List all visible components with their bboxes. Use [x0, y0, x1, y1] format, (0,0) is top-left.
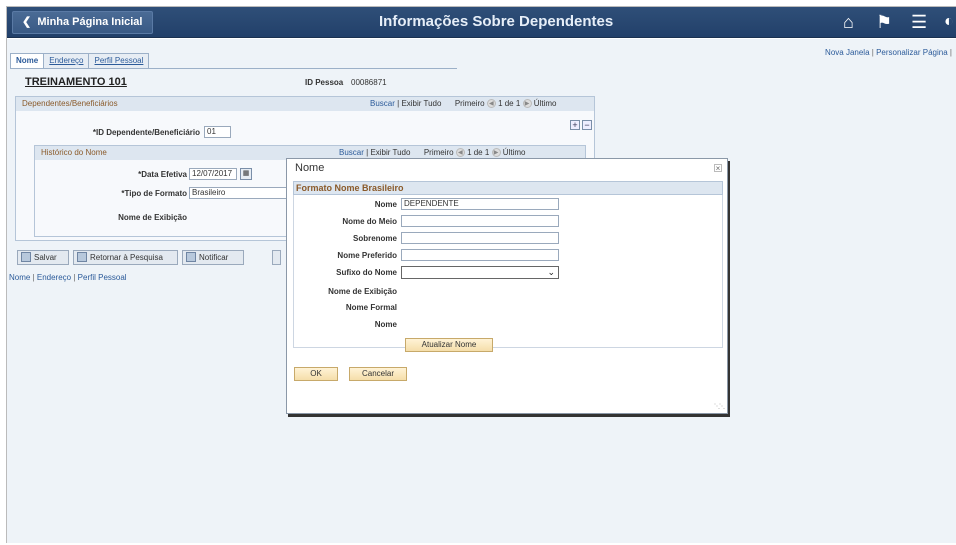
home-button[interactable]: ❮ Minha Página Inicial [12, 11, 153, 34]
banner: ❮ Minha Página Inicial Informações Sobre… [7, 7, 956, 38]
history-view-all-link[interactable]: Exibir Tudo [370, 148, 410, 157]
sobrenome-field[interactable] [401, 232, 559, 244]
cancel-button[interactable]: Cancelar [349, 367, 407, 381]
nome-do-meio-label: Nome do Meio [342, 217, 397, 226]
next-icon[interactable]: ▶ [522, 99, 532, 109]
prev-icon[interactable]: ◀ [486, 99, 496, 109]
dependent-id-label: *ID Dependente/Beneficiário [92, 128, 200, 137]
tab-perfil-pessoal[interactable]: Perfil Pessoal [88, 53, 150, 68]
row-count: 1 de 1 [498, 99, 521, 108]
nome-formal-label: Nome Formal [345, 303, 397, 312]
history-title: Histórico do Nome [41, 148, 107, 157]
home-button-label: Minha Página Inicial [37, 16, 143, 28]
home-icon[interactable]: ⌂ [843, 11, 854, 33]
first-link[interactable]: Primeiro [455, 99, 485, 108]
save-icon [21, 252, 31, 262]
personalize-link[interactable]: Personalizar Página [876, 48, 948, 57]
sobrenome-label: Sobrenome [352, 234, 397, 243]
last-link[interactable]: Último [534, 99, 557, 108]
flag-icon[interactable]: ⚑ [876, 11, 892, 33]
chevron-left-icon: ❮ [22, 16, 32, 28]
return-to-search-button[interactable]: Retornar à Pesquisa [73, 250, 178, 265]
tab-nome[interactable]: Nome [10, 53, 45, 68]
name-modal: Nome × Formato Nome Brasileiro Nome DEPE… [286, 158, 728, 414]
dependents-header: Dependentes/Beneficiários Buscar | Exibi… [16, 97, 594, 111]
nome-preferido-label: Nome Preferido [337, 251, 397, 260]
footer-link-endereco[interactable]: Endereço [37, 273, 71, 282]
close-icon[interactable]: × [714, 164, 722, 173]
footer-link-nome[interactable]: Nome [9, 273, 30, 282]
modal-section-header: Formato Nome Brasileiro [293, 181, 723, 195]
person-name: TREINAMENTO 101 [25, 76, 127, 88]
modal-title: Nome [295, 162, 325, 174]
find-link[interactable]: Buscar [370, 99, 395, 108]
history-first-link[interactable]: Primeiro [424, 148, 454, 157]
delete-row-icon[interactable]: − [582, 120, 592, 130]
return-label: Retornar à Pesquisa [90, 253, 163, 262]
tab-bar: Nome Endereço Perfil Pessoal [10, 53, 150, 68]
nome-resultado-label: Nome [374, 320, 397, 329]
modal-form: Nome DEPENDENTE Nome do Meio Sobrenome N… [293, 195, 723, 352]
nome-preferido-field[interactable] [401, 249, 559, 261]
ok-button[interactable]: OK [294, 367, 338, 381]
top-links: Nova Janela | Personalizar Página | [825, 48, 952, 57]
person-id-value: 00086871 [351, 78, 387, 87]
save-label: Salvar [34, 253, 57, 262]
menu-icon[interactable]: ☰ [911, 11, 927, 33]
notify-button[interactable]: Notificar [182, 250, 244, 265]
dependents-nav: Buscar | Exibir Tudo Primeiro ◀ 1 de 1 ▶… [370, 99, 557, 109]
resize-grip-icon[interactable]: ⋱⋱ [714, 403, 725, 410]
add-row-icon[interactable]: + [570, 120, 580, 130]
calendar-icon[interactable]: ▦ [240, 168, 252, 180]
new-window-link[interactable]: Nova Janela [825, 48, 869, 57]
update-name-button[interactable]: Atualizar Nome [405, 338, 493, 352]
person-id-label: ID Pessoa [305, 78, 344, 87]
display-name-label: Nome de Exibição [118, 213, 187, 222]
nome-do-meio-field[interactable] [401, 215, 559, 227]
dependents-title: Dependentes/Beneficiários [22, 99, 118, 108]
browser-frame: ❮ Minha Página Inicial Informações Sobre… [6, 6, 956, 543]
format-type-label: *Tipo de Formato [121, 189, 187, 198]
chevron-down-icon: ⌄ [547, 267, 555, 277]
return-icon [77, 252, 87, 262]
format-type-field[interactable]: Brasileiro [189, 187, 287, 199]
nome-exibicao-label: Nome de Exibição [328, 287, 397, 296]
footer-links: Nome | Endereço | Perfil Pessoal [9, 273, 127, 282]
history-prev-icon[interactable]: ◀ [455, 148, 465, 158]
history-last-link[interactable]: Último [503, 148, 526, 157]
hidden-button[interactable] [272, 250, 281, 265]
notify-label: Notificar [199, 253, 229, 262]
sufixo-label: Sufixo do Nome [336, 268, 397, 277]
history-find-link[interactable]: Buscar [339, 148, 364, 157]
nome-field[interactable]: DEPENDENTE [401, 198, 559, 210]
page-title: Informações Sobre Dependentes [379, 13, 614, 30]
dependent-id-field[interactable]: 01 [204, 126, 231, 138]
tab-divider [10, 68, 457, 69]
save-button[interactable]: Salvar [17, 250, 69, 265]
effective-date-field[interactable]: 12/07/2017 [189, 168, 237, 180]
navbar-icon[interactable]: ◐ [944, 11, 954, 33]
footer-link-perfil[interactable]: Perfil Pessoal [78, 273, 127, 282]
history-next-icon[interactable]: ▶ [491, 148, 501, 158]
sufixo-select[interactable]: ⌄ [401, 266, 559, 279]
effective-date-label: *Data Efetiva [138, 170, 187, 179]
tab-endereco[interactable]: Endereço [43, 53, 90, 68]
notify-icon [186, 252, 196, 262]
nome-label: Nome [374, 200, 397, 209]
view-all-link[interactable]: Exibir Tudo [401, 99, 441, 108]
history-row-count: 1 de 1 [467, 148, 490, 157]
